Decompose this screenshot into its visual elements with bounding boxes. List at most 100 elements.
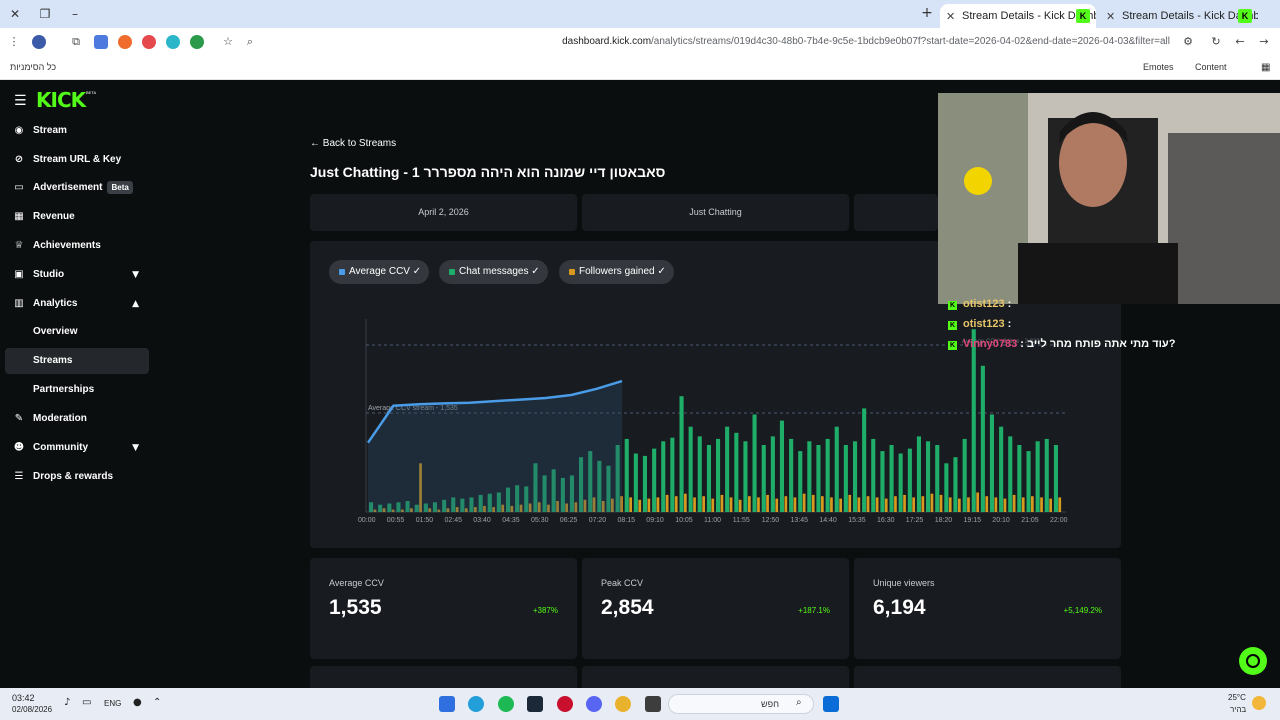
sidebar-item-moderation[interactable]: ✎ Moderation [5, 406, 149, 432]
chat-messages-bar [944, 463, 949, 513]
chrome-icon[interactable] [615, 696, 631, 712]
bookmark-emotes[interactable]: Emotes [1143, 62, 1174, 72]
bookmark-star-icon[interactable]: ☆ [220, 34, 236, 50]
kick-logo[interactable]: KICK [36, 88, 86, 112]
browser-tab[interactable]: ✕ Stream Details - Kick Dashboard K [1100, 4, 1258, 28]
sidebar-item-overview[interactable]: Overview [5, 319, 149, 345]
chat-messages-bar [779, 420, 784, 512]
followers-gained-bar [994, 497, 998, 512]
task-view-icon[interactable] [439, 696, 455, 712]
sidebar-item-stream[interactable]: ◉ Stream [5, 118, 149, 144]
taskbar-time[interactable]: 03:42 [12, 693, 35, 703]
back-to-streams-link[interactable]: ← Back to Streams [310, 138, 396, 149]
chat-messages-bar [862, 408, 867, 512]
network-icon[interactable]: ▭ [82, 697, 91, 708]
chat-messages-bar [734, 432, 739, 512]
restore-window-icon[interactable]: ❐ [36, 6, 54, 22]
chat-messages-bar [752, 414, 757, 512]
x-tick-label: 22:00 [1050, 517, 1068, 524]
x-tick-label: 13:45 [791, 517, 809, 524]
minimize-window-icon[interactable]: – [66, 6, 84, 22]
tray-expand-icon[interactable]: ⌃ [153, 697, 161, 708]
followers-gained-bar [702, 496, 705, 512]
address-bar[interactable]: dashboard.kick.com/analytics/streams/019… [240, 32, 1176, 52]
sidebar: ☰ KICK BETA ◉ Stream ⊘ Stream URL & Key ▭ A… [0, 80, 155, 688]
sidebar-item-partnerships[interactable]: Partnerships [5, 377, 149, 403]
sidebar-item-analytics[interactable]: ▥ Analytics ▲ [5, 291, 149, 317]
sidebar-item-achievements[interactable]: ♕ Achievements [5, 233, 149, 259]
sidebar-item-stream-url-key[interactable]: ⊘ Stream URL & Key [5, 147, 149, 173]
language-indicator[interactable]: ENG [104, 699, 121, 708]
hamburger-menu-icon[interactable]: ☰ [14, 93, 27, 109]
chat-messages-bar [916, 436, 921, 512]
chat-messages-bar [743, 441, 748, 512]
profile-avatar-icon[interactable] [32, 35, 46, 49]
sidebar-item-revenue[interactable]: ▦ Revenue [5, 204, 149, 230]
close-window-icon[interactable]: ✕ [6, 6, 24, 22]
chat-message: K Vinny0783 : עוד מתי אתה פותח מחר לייב? [948, 338, 1176, 350]
file-explorer-icon[interactable] [645, 696, 661, 712]
extension-icon[interactable] [118, 35, 132, 49]
arrow-left-icon: ← [310, 138, 323, 149]
x-tick-label: 20:10 [992, 517, 1010, 524]
extensions-icon[interactable]: ⧉ [68, 34, 84, 50]
chat-messages-bar [642, 455, 647, 512]
extension-icon[interactable] [94, 35, 108, 49]
chat-messages-bar [871, 438, 876, 512]
x-tick-label: 19:15 [964, 517, 982, 524]
telegram-icon[interactable] [468, 696, 484, 712]
tab-close-icon[interactable]: ✕ [1106, 7, 1115, 27]
chat-messages-bar [880, 451, 885, 512]
revenue-icon: ▦ [14, 211, 24, 222]
volume-icon[interactable]: ♪ [64, 697, 70, 708]
windows-start-icon[interactable] [823, 696, 839, 712]
apps-grid-icon[interactable]: ▦ [1261, 62, 1270, 73]
chat-messages-bar [716, 438, 721, 512]
sidebar-item-studio[interactable]: ▣ Studio ▼ [5, 262, 149, 288]
chat-messages-bar [688, 426, 693, 512]
microphone-icon[interactable]: ● [133, 697, 142, 708]
discord-icon[interactable] [586, 696, 602, 712]
webcam-image [938, 93, 1280, 304]
sidebar-item-streams[interactable]: Streams [5, 348, 149, 374]
reload-icon[interactable]: ↻ [1208, 34, 1224, 50]
followers-gained-bar [1058, 497, 1062, 512]
extension-icon[interactable] [166, 35, 180, 49]
broadcast-icon: ◉ [14, 125, 24, 136]
support-chat-button[interactable] [1239, 647, 1267, 675]
back-icon[interactable]: → [1256, 34, 1272, 50]
followers-gained-bar [903, 494, 906, 512]
x-tick-label: 16:30 [877, 517, 895, 524]
x-tick-label: 11:00 [704, 517, 721, 524]
forward-icon[interactable]: ← [1232, 34, 1248, 50]
browser-tab-active[interactable]: ✕ Stream Details - Kick Dashboard K [940, 4, 1096, 28]
taskbar-date[interactable]: 02/08/2026 [12, 705, 52, 714]
stream-category: Just Chatting [582, 194, 849, 231]
taskbar-search[interactable]: חפש [668, 694, 814, 714]
x-tick-label: 14:40 [819, 517, 837, 524]
menu-dots-icon[interactable]: ⋮ [6, 34, 22, 50]
link-icon: ⊘ [14, 154, 24, 165]
sidebar-item-drops-rewards[interactable]: ☰ Drops & rewards [5, 464, 149, 490]
followers-gained-bar [821, 496, 824, 512]
bookmark-content[interactable]: Content [1195, 62, 1227, 72]
x-tick-label: 01:50 [416, 517, 434, 524]
site-settings-icon[interactable]: ⚙ [1180, 34, 1196, 50]
webcam-overlay [938, 93, 1280, 304]
spotify-icon[interactable] [498, 696, 514, 712]
tab-close-icon[interactable]: ✕ [946, 7, 955, 27]
chat-messages-bar [725, 426, 730, 512]
followers-gained-bar [738, 499, 742, 512]
extension-icon[interactable] [190, 35, 204, 49]
weather-text[interactable]: בהיר [1230, 705, 1246, 714]
app-icon[interactable] [557, 696, 573, 712]
extension-icon[interactable] [142, 35, 156, 49]
sidebar-item-advertisement[interactable]: ▭ Advertisement Beta [5, 175, 149, 201]
all-bookmarks[interactable]: כל הסימניות [10, 62, 56, 72]
weather-temp[interactable]: 25°C [1228, 693, 1246, 702]
followers-gained-bar [656, 497, 660, 512]
sidebar-item-community[interactable]: ☻ Community ▼ [5, 435, 149, 461]
new-tab-icon[interactable]: + [920, 6, 934, 20]
steam-icon[interactable] [527, 696, 543, 712]
x-tick-label: 02:45 [445, 517, 463, 524]
